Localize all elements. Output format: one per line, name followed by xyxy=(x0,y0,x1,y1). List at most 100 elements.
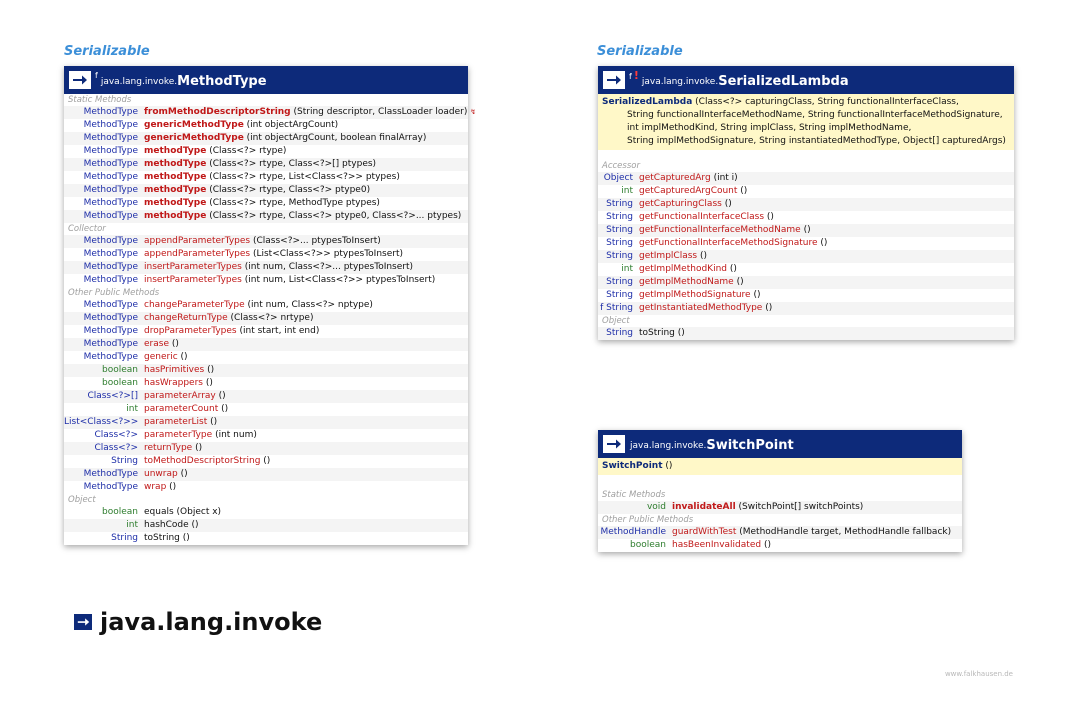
method-args: () xyxy=(740,186,748,196)
return-type: MethodType xyxy=(83,300,138,310)
method-name: methodType xyxy=(144,185,207,195)
constructor-args-line: () xyxy=(665,461,673,471)
return-type: MethodType xyxy=(83,326,138,336)
method-row: MethodType genericMethodType (int objectA… xyxy=(64,119,468,132)
method-row: int hashCode () xyxy=(64,519,468,532)
method-name: hasPrimitives xyxy=(144,365,205,375)
return-type: String xyxy=(606,225,633,235)
method-args: () xyxy=(218,391,226,401)
method-signature: getFunctionalInterfaceMethodName () xyxy=(639,224,1014,237)
method-row: int getImplMethodKind () xyxy=(598,263,1014,276)
return-type: MethodType xyxy=(83,262,138,272)
return-type: String xyxy=(606,328,633,338)
method-row: MethodType changeParameterType (int num, … xyxy=(64,299,468,312)
arrow-icon xyxy=(603,435,625,453)
method-row: MethodType generic () xyxy=(64,351,468,364)
method-signature: getCapturingClass () xyxy=(639,198,1014,211)
class-header: f! java.lang.invoke. SerializedLambda xyxy=(598,66,1014,94)
method-name: appendParameterTypes xyxy=(144,236,251,246)
constructor-args-line: (Class<?> capturingClass, String functio… xyxy=(695,97,959,107)
package-name: java.lang.invoke. xyxy=(630,441,707,451)
return-type: String xyxy=(606,277,633,287)
category-label: Other Public Methods xyxy=(602,515,694,525)
arrow-icon xyxy=(603,71,625,89)
category-label: Collector xyxy=(68,224,106,234)
method-signature: hasPrimitives () xyxy=(144,364,468,377)
method-args: () xyxy=(205,378,213,388)
method-signature: appendParameterTypes (List<Class<?>> pty… xyxy=(144,248,468,261)
method-args: () xyxy=(736,277,744,287)
method-signature: dropParameterTypes (int start, int end) xyxy=(144,325,468,338)
method-args: (SwitchPoint[] switchPoints) xyxy=(738,502,864,512)
arrow-icon xyxy=(69,71,91,89)
section-label-serializable-left: Serializable xyxy=(64,44,150,59)
method-signature: parameterList () xyxy=(144,416,468,429)
method-signature: methodType (Class<?> rtype, Class<?> pty… xyxy=(144,184,468,197)
method-row: MethodType wrap () xyxy=(64,481,468,494)
return-type: MethodType xyxy=(83,172,138,182)
return-type: boolean xyxy=(102,378,138,388)
method-name: getImplMethodKind xyxy=(639,264,727,274)
category-label: Object xyxy=(602,316,630,326)
method-row: List<Class<?>> parameterList () xyxy=(64,416,468,429)
method-signature: methodType (Class<?> rtype, MethodType p… xyxy=(144,197,468,210)
modifier-final: f xyxy=(95,70,98,80)
constructor: SerializedLambda (Class<?> capturingClas… xyxy=(598,94,1014,150)
method-signature: getInstantiatedMethodType () xyxy=(639,302,1014,315)
method-args: () xyxy=(171,339,179,349)
method-signature: hasBeenInvalidated () xyxy=(672,539,962,552)
return-type: boolean xyxy=(630,540,666,550)
return-type: MethodType xyxy=(83,236,138,246)
constructor-args-line: String functionalInterfaceMethodName, St… xyxy=(627,110,1003,120)
method-row: String getImplMethodName () xyxy=(598,276,1014,289)
method-args: (int num) xyxy=(215,430,257,440)
method-name: methodType xyxy=(144,159,207,169)
method-args: () xyxy=(191,520,199,530)
method-name: getFunctionalInterfaceMethodSignature xyxy=(639,238,818,248)
method-row: MethodType genericMethodType (int objectA… xyxy=(64,132,468,145)
method-row: MethodType appendParameterTypes (Class<?>… xyxy=(64,235,468,248)
return-type: MethodType xyxy=(83,159,138,169)
return-type: MethodType xyxy=(83,211,138,221)
method-signature: equals (Object x) xyxy=(144,506,468,519)
method-args: (List<Class<?>> ptypesToInsert) xyxy=(252,249,403,259)
method-row: MethodType appendParameterTypes (List<Cla… xyxy=(64,248,468,261)
method-args: () xyxy=(169,482,177,492)
method-name: appendParameterTypes xyxy=(144,249,251,259)
method-args: (Class<?> rtype) xyxy=(209,146,287,156)
return-type: String xyxy=(606,251,633,261)
method-signature: generic () xyxy=(144,351,468,364)
method-row: String getImplClass () xyxy=(598,250,1014,263)
method-row: Class<?> returnType () xyxy=(64,442,468,455)
return-type: boolean xyxy=(102,365,138,375)
method-signature: genericMethodType (int objectArgCount) xyxy=(144,119,468,132)
method-name: toMethodDescriptorString xyxy=(144,456,261,466)
method-row: MethodHandle guardWithTest (MethodHandle … xyxy=(598,526,962,539)
constructor-args-line: String implMethodSignature, String insta… xyxy=(627,136,1006,146)
method-name: insertParameterTypes xyxy=(144,275,242,285)
return-type: Class<?> xyxy=(94,430,138,440)
method-args: () xyxy=(207,365,215,375)
modifier-exclamation: ! xyxy=(633,68,639,82)
method-signature: fromMethodDescriptorString (String descr… xyxy=(144,106,476,119)
return-type: MethodType xyxy=(83,249,138,259)
constructor: SwitchPoint () xyxy=(598,458,962,475)
method-args: (int num, Class<?>... ptypesToInsert) xyxy=(244,262,414,272)
method-row: String toString () xyxy=(64,532,468,545)
method-args: () xyxy=(180,352,188,362)
method-row: Class<?>[] parameterArray () xyxy=(64,390,468,403)
method-signature: getCapturedArg (int i) xyxy=(639,172,1014,185)
category-label: Object xyxy=(68,495,96,505)
method-signature: methodType (Class<?> rtype, Class<?> pty… xyxy=(144,210,468,223)
method-row: String toString () xyxy=(598,327,1014,340)
method-name: erase xyxy=(144,339,169,349)
method-name: hasBeenInvalidated xyxy=(672,540,762,550)
method-name: equals xyxy=(144,507,174,517)
method-name: genericMethodType xyxy=(144,133,244,143)
method-args: () xyxy=(180,469,188,479)
method-row: MethodType insertParameterTypes (int num,… xyxy=(64,261,468,274)
package-title: java.lang.invoke xyxy=(74,608,322,636)
method-signature: erase () xyxy=(144,338,468,351)
method-signature: guardWithTest (MethodHandle target, Meth… xyxy=(672,526,962,539)
method-row: boolean hasBeenInvalidated () xyxy=(598,539,962,552)
